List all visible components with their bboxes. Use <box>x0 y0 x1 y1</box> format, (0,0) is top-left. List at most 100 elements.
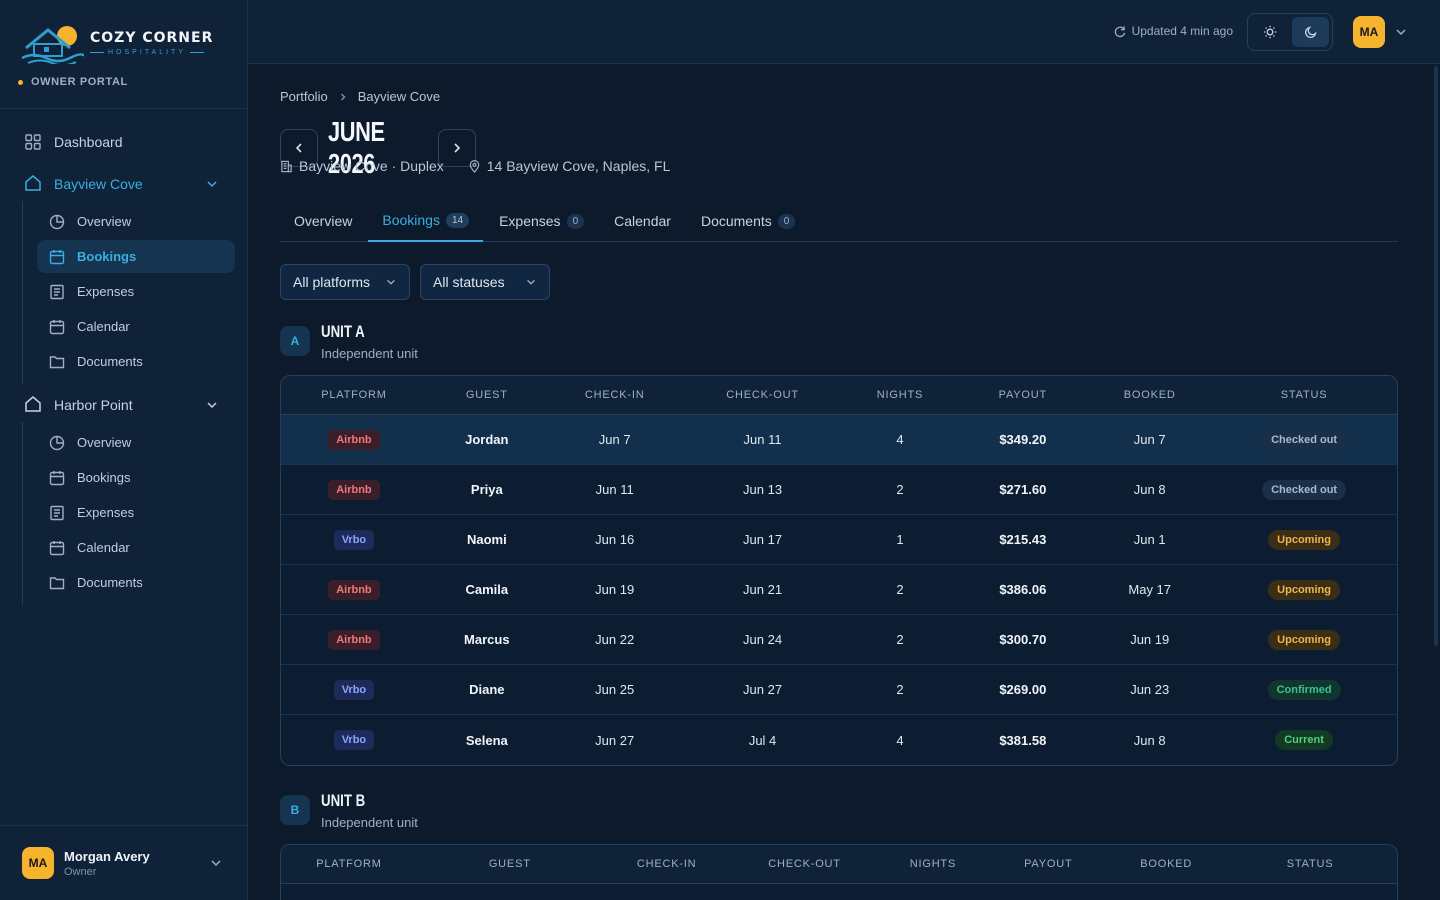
user-info: Morgan Avery Owner <box>64 849 150 878</box>
portal-label: OWNER PORTAL <box>18 76 128 88</box>
tab-overview[interactable]: Overview <box>280 200 366 242</box>
platform-badge: Airbnb <box>328 479 380 500</box>
brand-name: COZY CORNER <box>90 30 214 46</box>
col-guest[interactable]: GUEST <box>417 845 603 883</box>
table-row[interactable]: Airbnb Jordan Jun 7 Jun 11 4 $349.20 Jun 7 Chec… <box>281 415 1397 465</box>
cell-nights: 2 <box>896 632 904 647</box>
user-menu[interactable]: MA Morgan Avery Owner <box>0 825 247 900</box>
sidebar-item-overview[interactable]: Overview <box>37 426 235 459</box>
last-updated[interactable]: Updated 4 min ago <box>1113 24 1233 38</box>
col-guest[interactable]: GUEST <box>427 376 547 414</box>
col-nights[interactable]: NIGHTS <box>878 845 987 883</box>
unit-title: UNIT A <box>321 322 365 341</box>
table-row[interactable]: Vrbo Naomi Jun 16 Jun 17 1 $215.43 Jun 1 Upcomi… <box>281 515 1397 565</box>
sidebar-item-label: Bookings <box>77 249 137 264</box>
status-filter[interactable]: All statuses <box>420 264 550 300</box>
sidebar-item-documents[interactable]: Documents <box>37 345 235 378</box>
table-row[interactable]: Airbnb Priya Jun 11 Jun 13 2 $271.60 Jun 8 Chec… <box>281 465 1397 515</box>
tab-calendar[interactable]: Calendar <box>600 200 685 242</box>
property-info: Bayview Cove · Duplex 14 Bayview Cove, N… <box>280 158 670 174</box>
cell-nights: 2 <box>896 482 904 497</box>
cell-checkin: Jun 22 <box>595 632 635 647</box>
cell-status: Checked out <box>1211 465 1397 514</box>
cell-checkin: Jun 19 <box>595 582 635 597</box>
brand-tagline: HOSPITALITY <box>90 49 204 56</box>
col-checkout[interactable]: CHECK-OUT <box>731 845 879 883</box>
account-avatar[interactable]: MA <box>1353 16 1385 48</box>
col-payout[interactable]: PAYOUT <box>957 376 1088 414</box>
tab-bookings[interactable]: Bookings 14 <box>368 200 484 242</box>
status-badge: Upcoming <box>1268 529 1340 550</box>
sidebar-item-bookings[interactable]: Bookings <box>37 240 235 273</box>
platform-filter-value: All platforms <box>293 274 371 290</box>
cell-platform: Vrbo <box>281 665 427 714</box>
folder-icon <box>49 575 65 591</box>
cell-status: Upcoming <box>1211 515 1397 564</box>
cell-booked: Jun 19 <box>1130 632 1170 647</box>
top-bar: Updated 4 min ago MA <box>248 0 1440 64</box>
sidebar-group-harbor-point[interactable]: Harbor Point <box>0 388 247 422</box>
status-badge: Upcoming <box>1268 579 1340 600</box>
chevron-down-icon[interactable] <box>1394 25 1408 39</box>
cell-nights: 4 <box>896 432 904 447</box>
sidebar-item-calendar[interactable]: Calendar <box>37 310 235 343</box>
scrollbar[interactable] <box>1434 66 1438 646</box>
col-platform[interactable]: PLATFORM <box>281 376 427 414</box>
cell-booked: Jun 1 <box>1133 532 1166 547</box>
tab-label: Calendar <box>614 213 671 229</box>
col-checkin[interactable]: CHECK-IN <box>603 845 731 883</box>
pie-chart-icon <box>49 435 65 451</box>
tab-documents[interactable]: Documents 0 <box>687 200 809 242</box>
sidebar-group-bayview-cove[interactable]: Bayview Cove <box>0 167 247 201</box>
col-nights[interactable]: NIGHTS <box>843 376 958 414</box>
tab-count-badge: 0 <box>566 213 585 229</box>
status-badge: Checked out <box>1262 429 1347 450</box>
breadcrumb-portfolio[interactable]: Portfolio <box>280 89 328 104</box>
col-checkin[interactable]: CHECK-IN <box>547 376 683 414</box>
col-checkout[interactable]: CHECK-OUT <box>683 376 843 414</box>
table-row[interactable]: Vrbo Selena Jun 27 Jul 4 4 $381.58 Jun 8 Curren… <box>281 715 1397 765</box>
cell-payout: $269.00 <box>999 682 1047 697</box>
tab-count-badge: 0 <box>777 213 796 229</box>
dark-mode-button[interactable] <box>1292 17 1329 47</box>
sidebar-group-label: Harbor Point <box>54 397 133 413</box>
property-name: Bayview Cove · Duplex <box>299 158 444 174</box>
cell-guest: Priya <box>470 482 503 497</box>
cell-guest: Selena <box>465 732 508 748</box>
table-row[interactable]: Vrbo Diane Jun 25 Jun 27 2 $269.00 Jun 23 Confi… <box>281 665 1397 715</box>
sidebar-item-expenses[interactable]: Expenses <box>37 275 235 308</box>
chevron-right-icon <box>454 143 461 153</box>
property-address: 14 Bayview Cove, Naples, FL <box>486 158 671 174</box>
status-badge: Upcoming <box>1268 629 1340 650</box>
sidebar-item-bookings[interactable]: Bookings <box>37 461 235 494</box>
cell-checkout: Jun 27 <box>743 682 783 697</box>
col-status[interactable]: STATUS <box>1211 376 1397 414</box>
cell-nights: 4 <box>896 732 904 748</box>
sidebar-item-overview[interactable]: Overview <box>37 205 235 238</box>
sidebar-item-label: Documents <box>77 575 143 590</box>
sidebar-item-documents[interactable]: Documents <box>37 566 235 599</box>
sidebar-item-calendar[interactable]: Calendar <box>37 531 235 564</box>
light-mode-button[interactable] <box>1251 17 1288 47</box>
cell-status: Upcoming <box>1211 565 1397 614</box>
cell-nights: 2 <box>896 582 904 597</box>
platform-badge: Airbnb <box>328 579 380 600</box>
tab-expenses[interactable]: Expenses 0 <box>485 200 598 242</box>
platform-filter[interactable]: All platforms <box>280 264 410 300</box>
chevron-down-icon <box>207 402 217 409</box>
filters: All platforms All statuses <box>280 264 550 300</box>
sidebar-item-label: Calendar <box>77 540 130 555</box>
sidebar-item-expenses[interactable]: Expenses <box>37 496 235 529</box>
sidebar-item-dashboard[interactable]: Dashboard <box>0 125 247 159</box>
table-body: Airbnb Jordan Jun 7 Jun 11 4 $349.20 Jun 7 Chec… <box>281 415 1397 765</box>
col-booked[interactable]: BOOKED <box>1088 376 1211 414</box>
col-status[interactable]: STATUS <box>1223 845 1397 883</box>
table-header: PLATFORM GUEST CHECK-IN CHECK-OUT NIGHTS… <box>281 845 1397 884</box>
col-booked[interactable]: BOOKED <box>1109 845 1223 883</box>
table-row[interactable]: Airbnb Marcus Jun 22 Jun 24 2 $300.70 Jun 19 Up… <box>281 615 1397 665</box>
col-platform[interactable]: PLATFORM <box>281 845 417 883</box>
tab-label: Documents <box>700 213 772 229</box>
table-row[interactable]: Airbnb Camila Jun 19 Jun 21 2 $386.06 May 17 Up… <box>281 565 1397 615</box>
col-payout[interactable]: PAYOUT <box>987 845 1109 883</box>
cell-booked: Jun 23 <box>1130 682 1170 697</box>
